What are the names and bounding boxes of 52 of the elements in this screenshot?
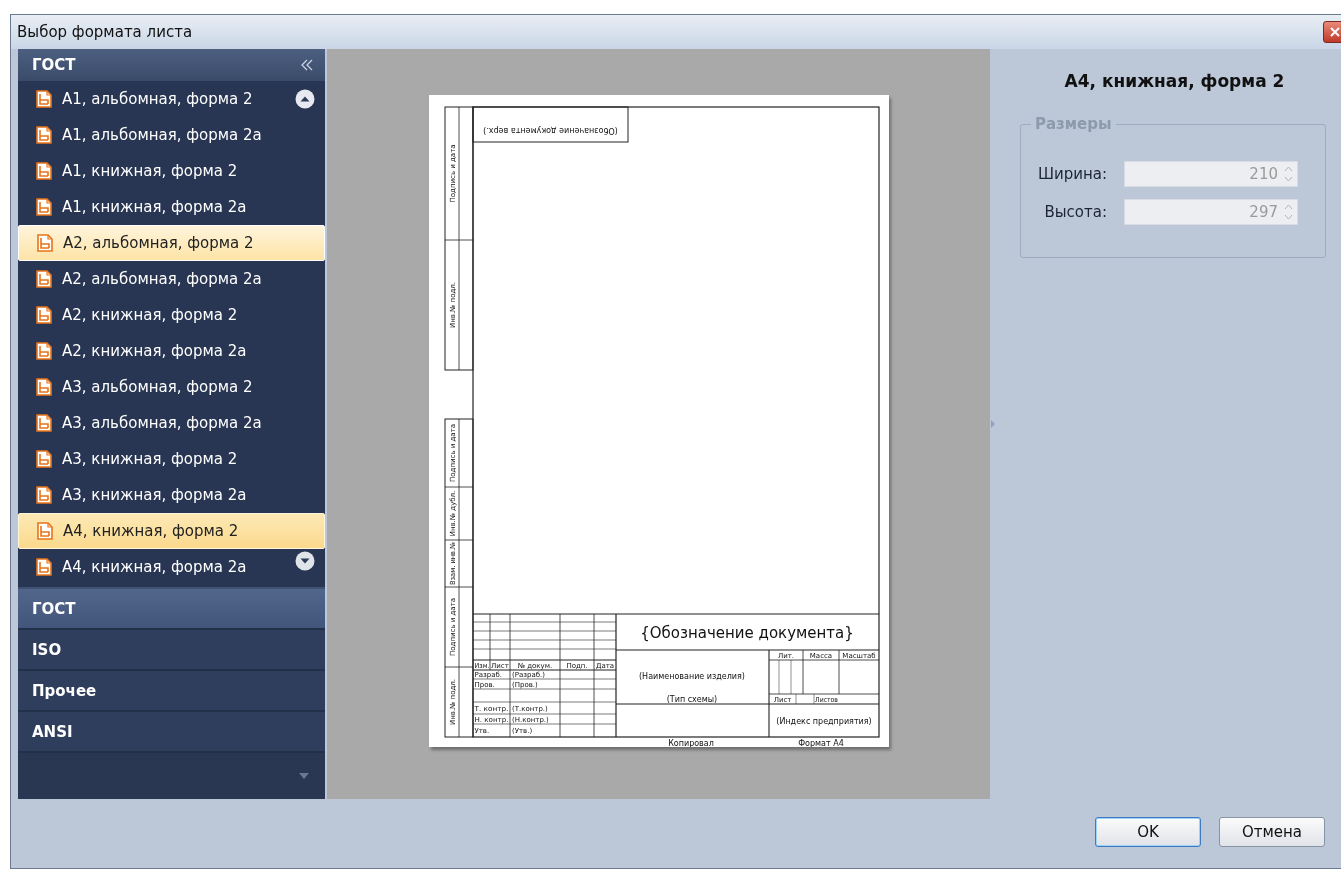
schema-type-text: (Тип схемы) [666, 694, 717, 704]
company-text: (Индекс предприятия) [775, 717, 872, 726]
sidebar-item[interactable]: А2, альбомная, форма 2а [18, 261, 325, 297]
document-icon [36, 450, 52, 468]
sidebar-item[interactable]: А1, книжная, форма 2а [18, 189, 325, 225]
dialog-button[interactable]: OK [1095, 817, 1201, 847]
sidebar-item[interactable]: А3, книжная, форма 2 [18, 441, 325, 477]
collapse-icon[interactable] [301, 59, 313, 71]
close-button[interactable] [1323, 21, 1341, 43]
sidebar-item[interactable]: А1, альбомная, форма 2 [18, 81, 325, 117]
document-icon [36, 378, 52, 396]
stamp-label: (Обозначение документа верх.) [482, 125, 618, 135]
field-label: Ширина: [1036, 165, 1107, 183]
sidebar-item[interactable]: А4, книжная, форма 2 [18, 513, 325, 549]
dialog-button[interactable]: Отмена [1219, 817, 1325, 847]
document-icon [36, 198, 52, 216]
sidebar-item[interactable]: А3, книжная, форма 2а [18, 477, 325, 513]
document-icon [37, 234, 53, 252]
sidebar-title: ГОСТ [32, 56, 76, 74]
document-icon [36, 126, 52, 144]
document-icon [36, 90, 52, 108]
sidebar-item[interactable]: А4, книжная, форма 2а [18, 549, 325, 585]
footer-label: Формат А4 [797, 739, 844, 747]
document-icon [36, 486, 52, 504]
document-icon [36, 342, 52, 360]
document-icon [36, 162, 52, 180]
close-icon [1330, 27, 1340, 37]
field-label: Высота: [1043, 203, 1107, 221]
footer-label: Копировал [667, 739, 714, 747]
sidebar-item[interactable]: А2, альбомная, форма 2 [18, 225, 325, 261]
sidebar-item[interactable]: А3, альбомная, форма 2а [18, 405, 325, 441]
document-icon [36, 306, 52, 324]
sidebar-item[interactable]: А3, альбомная, форма 2 [18, 369, 325, 405]
format-title: А4, книжная, форма 2 [1063, 71, 1286, 91]
sidebar-item[interactable]: А2, книжная, форма 2а [18, 333, 325, 369]
category-item[interactable]: ISO [18, 630, 325, 671]
sidebar-item[interactable]: А1, альбомная, форма 2а [18, 117, 325, 153]
document-icon [36, 558, 52, 576]
dropdown-caret-icon[interactable] [299, 773, 309, 779]
product-name-text: (Наименование изделия) [638, 672, 745, 681]
sidebar-item[interactable]: А2, книжная, форма 2 [18, 297, 325, 333]
document-icon [36, 414, 52, 432]
category-item[interactable]: ГОСТ [18, 589, 325, 630]
category-item[interactable]: Прочее [18, 671, 325, 712]
sidebar-item[interactable]: А1, книжная, форма 2 [18, 153, 325, 189]
document-icon [36, 270, 52, 288]
designation-text: {Обозначение документа} [639, 624, 854, 642]
scroll-down-button[interactable] [295, 551, 315, 571]
scroll-up-button[interactable] [295, 89, 315, 109]
category-item[interactable]: ANSI [18, 712, 325, 753]
window-title: Выбор формата листа [16, 23, 193, 41]
document-icon [37, 522, 53, 540]
